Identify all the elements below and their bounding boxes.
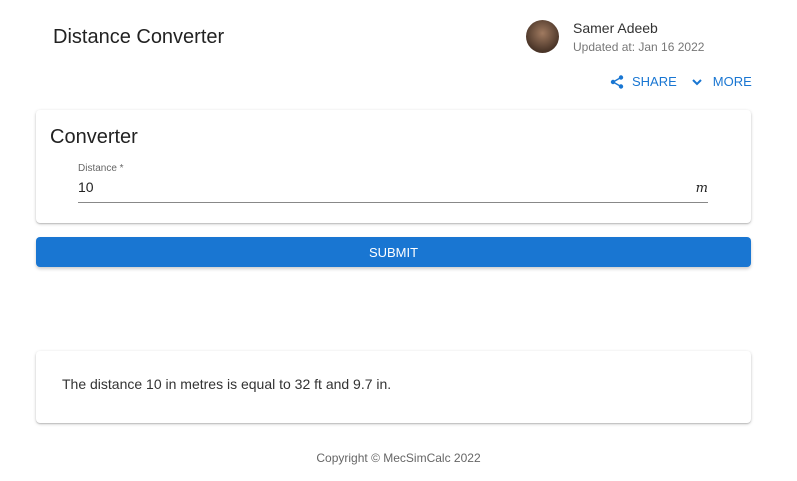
author-avatar xyxy=(526,20,559,53)
distance-label: Distance * xyxy=(78,163,124,174)
unit-adornment: m xyxy=(695,181,708,196)
converter-title: Converter xyxy=(50,126,138,148)
author-name: Samer Adeeb xyxy=(573,20,658,36)
result-card: The distance 10 in metres is equal to 32… xyxy=(36,351,751,423)
converter-card: Converter Distance * 10 m xyxy=(36,110,751,223)
share-button[interactable]: SHARE xyxy=(632,74,677,89)
page-title: Distance Converter xyxy=(53,26,225,48)
actions-bar: SHARE MORE xyxy=(610,74,752,89)
footer-copyright: Copyright © MecSimCalc 2022 xyxy=(316,451,481,465)
result-text: The distance 10 in metres is equal to 32… xyxy=(62,376,392,392)
more-button[interactable]: MORE xyxy=(713,74,752,89)
submit-button[interactable]: SUBMIT xyxy=(36,237,751,267)
share-icon[interactable] xyxy=(610,74,624,89)
updated-date: Updated at: Jan 16 2022 xyxy=(573,40,705,54)
distance-input[interactable]: 10 m xyxy=(78,179,708,203)
chevron-down-icon[interactable] xyxy=(691,76,703,88)
distance-value[interactable]: 10 xyxy=(78,179,94,195)
